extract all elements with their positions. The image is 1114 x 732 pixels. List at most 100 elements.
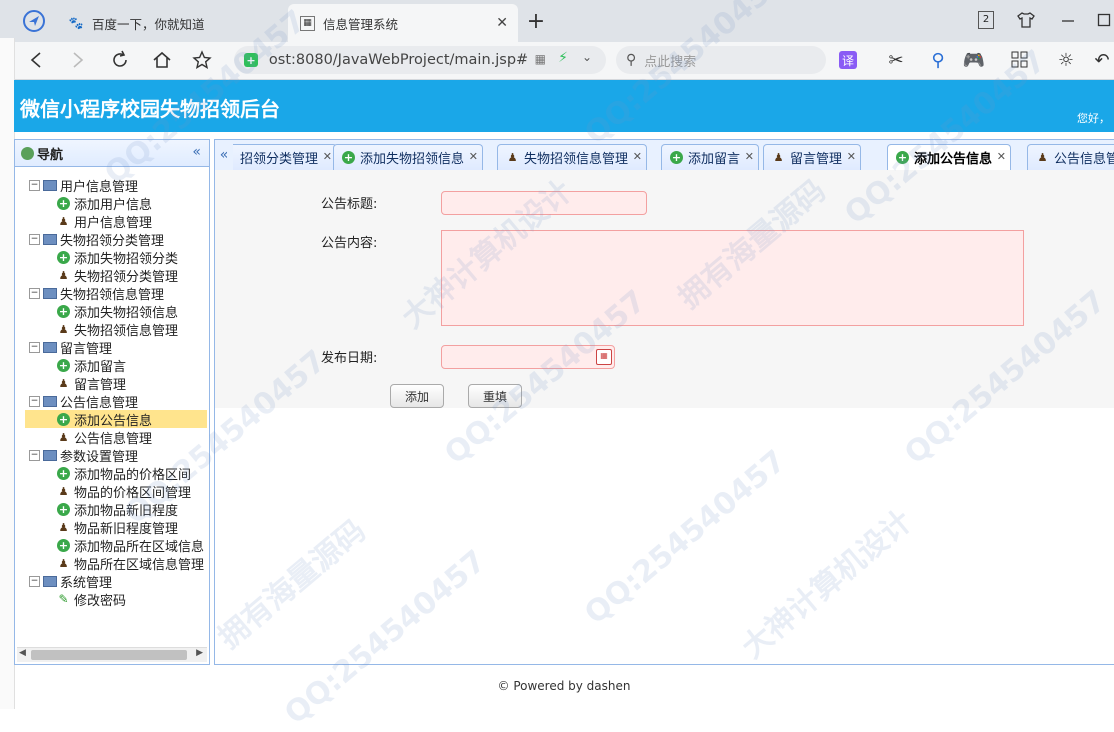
brightness-icon[interactable]: ☼ (1054, 48, 1078, 72)
chevron-down-icon[interactable]: ⌄ (582, 50, 592, 64)
nav-item-label: 物品所在区域信息管理 (74, 557, 205, 573)
tabs-scroll-left-icon[interactable]: « (215, 140, 233, 170)
close-tab-icon[interactable]: ✕ (323, 150, 332, 163)
page-icon: ▦ (300, 15, 315, 31)
scissors-icon[interactable]: ✂ (884, 48, 908, 72)
nav-item[interactable]: ♟ 用户信息管理 (15, 212, 209, 231)
collapse-toggle-icon[interactable]: − (29, 287, 40, 299)
browser-logo-icon[interactable] (22, 9, 46, 33)
close-tab-icon[interactable]: ✕ (496, 15, 508, 31)
scrollbar-thumb[interactable] (31, 650, 187, 660)
reset-button[interactable]: 重填 (468, 384, 522, 408)
close-tab-icon[interactable]: ✕ (847, 150, 856, 163)
page-tab[interactable]: ♟ 留言管理 ✕ (763, 144, 862, 170)
page-tab[interactable]: 招领分类管理 ✕ (219, 144, 338, 170)
nav-group[interactable]: − 参数设置管理 (15, 446, 209, 465)
user-icon: ♟ (58, 430, 69, 444)
nav-item[interactable]: + 添加物品新旧程度 (15, 500, 209, 519)
page-tab-label: 添加公告信息 (914, 152, 993, 167)
notice-form: 公告标题: 公告内容: 发布日期: ▦ 添加 重填 (215, 170, 1114, 408)
nav-item-label: 添加物品所在区域信息 (74, 539, 205, 555)
nav-group-label: 公告信息管理 (60, 395, 139, 411)
scroll-right-icon[interactable]: ▶ (196, 648, 203, 658)
page-tab[interactable]: + 添加公告信息 ✕ (887, 144, 1012, 170)
shirt-icon[interactable] (1014, 8, 1038, 32)
page-tab[interactable]: ♟公告信息管理✕ (1027, 144, 1114, 170)
nav-item[interactable]: + 添加物品的价格区间 (15, 464, 209, 483)
collapse-toggle-icon[interactable]: − (29, 341, 40, 353)
undo-icon[interactable]: ↶ (1090, 48, 1114, 72)
horizontal-scrollbar[interactable]: ◀ ▶ (17, 647, 207, 662)
left-sidebar-strip (0, 38, 15, 709)
nav-item[interactable]: + 添加失物招领分类 (15, 248, 209, 267)
close-tab-icon[interactable]: ✕ (633, 150, 642, 163)
date-label: 发布日期: (321, 351, 378, 366)
nav-group[interactable]: − 失物招领分类管理 (15, 230, 209, 249)
nav-item[interactable]: ♟ 物品所在区域信息管理 (15, 554, 209, 573)
game-icon[interactable]: 🎮 (962, 48, 986, 72)
nav-item[interactable]: + 添加留言 (15, 356, 209, 375)
baidu-paw-icon: 🐾 (68, 16, 84, 30)
nav-group[interactable]: − 失物招领信息管理 (15, 284, 209, 303)
monitor-icon (43, 287, 57, 299)
nav-item[interactable]: ♟ 留言管理 (15, 374, 209, 393)
scroll-left-icon[interactable]: ◀ (19, 648, 26, 658)
bookmark-star-icon[interactable] (190, 48, 214, 72)
calendar-icon[interactable]: ▦ (596, 349, 612, 365)
title-input[interactable] (441, 191, 647, 215)
collapse-toggle-icon[interactable]: − (29, 395, 40, 407)
nav-item[interactable]: ♟ 失物招领分类管理 (15, 266, 209, 285)
collapse-panel-icon[interactable]: « (192, 144, 201, 160)
nav-item[interactable]: ♟ 失物招领信息管理 (15, 320, 209, 339)
nav-group[interactable]: − 系统管理 (15, 572, 209, 591)
add-button[interactable]: 添加 (390, 384, 444, 408)
maximize-icon[interactable] (1092, 8, 1114, 32)
close-tab-icon[interactable]: ✕ (997, 150, 1006, 163)
translate-icon[interactable]: 译 (836, 48, 860, 72)
page-tab-label: 失物招领信息管理 (524, 152, 629, 167)
home-icon[interactable] (150, 48, 174, 72)
tab-counter-badge[interactable]: 2 (978, 11, 994, 29)
nav-group[interactable]: − 用户信息管理 (15, 176, 209, 195)
nav-item-label: 用户信息管理 (74, 215, 153, 231)
collapse-toggle-icon[interactable]: − (29, 233, 40, 245)
collapse-toggle-icon[interactable]: − (29, 575, 40, 587)
browser-tab-baidu[interactable]: 🐾 百度一下，你就知道 (56, 4, 284, 42)
page-tab[interactable]: ♟ 失物招领信息管理 ✕ (497, 144, 648, 170)
nav-item[interactable]: ♟ 公告信息管理 (15, 428, 209, 447)
apps-grid-icon[interactable] (1008, 48, 1032, 72)
nav-item[interactable]: ✎ 修改密码 (15, 590, 209, 609)
app-title: 微信小程序校园失物招领后台 (20, 97, 280, 121)
minimize-icon[interactable] (1056, 8, 1080, 32)
add-icon: + (57, 250, 70, 264)
back-icon[interactable] (24, 48, 48, 72)
nav-item[interactable]: + 添加用户信息 (15, 194, 209, 213)
collapse-toggle-icon[interactable]: − (29, 179, 40, 191)
lightning-icon[interactable]: ⚡ (558, 50, 568, 66)
reload-icon[interactable] (108, 48, 132, 72)
collapse-toggle-icon[interactable]: − (29, 449, 40, 461)
close-tab-icon[interactable]: ✕ (745, 150, 754, 163)
browser-tab-active[interactable]: ▦ 信息管理系统 ✕ (288, 4, 518, 42)
nav-item[interactable]: ♟ 物品新旧程度管理 (15, 518, 209, 537)
content-textarea[interactable] (441, 230, 1024, 326)
nav-group[interactable]: − 留言管理 (15, 338, 209, 357)
nav-item-label: 添加失物招领信息 (74, 305, 179, 321)
nav-group-label: 用户信息管理 (60, 179, 139, 195)
nav-item[interactable]: + 添加公告信息 (25, 410, 207, 429)
new-tab-button[interactable]: + (524, 9, 548, 34)
page-tab[interactable]: + 添加失物招领信息 ✕ (333, 144, 484, 170)
nav-group[interactable]: − 公告信息管理 (15, 392, 209, 411)
close-tab-icon[interactable]: ✕ (469, 150, 478, 163)
search-input[interactable]: ⚲ 点此搜索 (616, 46, 826, 74)
page-tab[interactable]: + 添加留言 ✕ (661, 144, 760, 170)
zoom-search-icon[interactable]: ⚲ (926, 48, 950, 72)
nav-item[interactable]: ♟ 物品的价格区间管理 (15, 482, 209, 501)
nav-item[interactable]: + 添加物品所在区域信息 (15, 536, 209, 555)
nav-item[interactable]: + 添加失物招领信息 (15, 302, 209, 321)
date-input[interactable]: ▦ (441, 345, 615, 369)
forward-icon[interactable] (66, 48, 90, 72)
page-tabs-bar: « 招领分类管理 ✕ + 添加失物招领信息 ✕ ♟ 失物招领信息管理 ✕ + 添加留言 ✕ ♟ 留言管理… (214, 139, 1114, 170)
address-bar[interactable]: + ost:8080/JavaWebProject/main.jsp# ▦ ⚡ … (234, 46, 606, 74)
qrcode-icon[interactable]: ▦ (535, 52, 546, 66)
